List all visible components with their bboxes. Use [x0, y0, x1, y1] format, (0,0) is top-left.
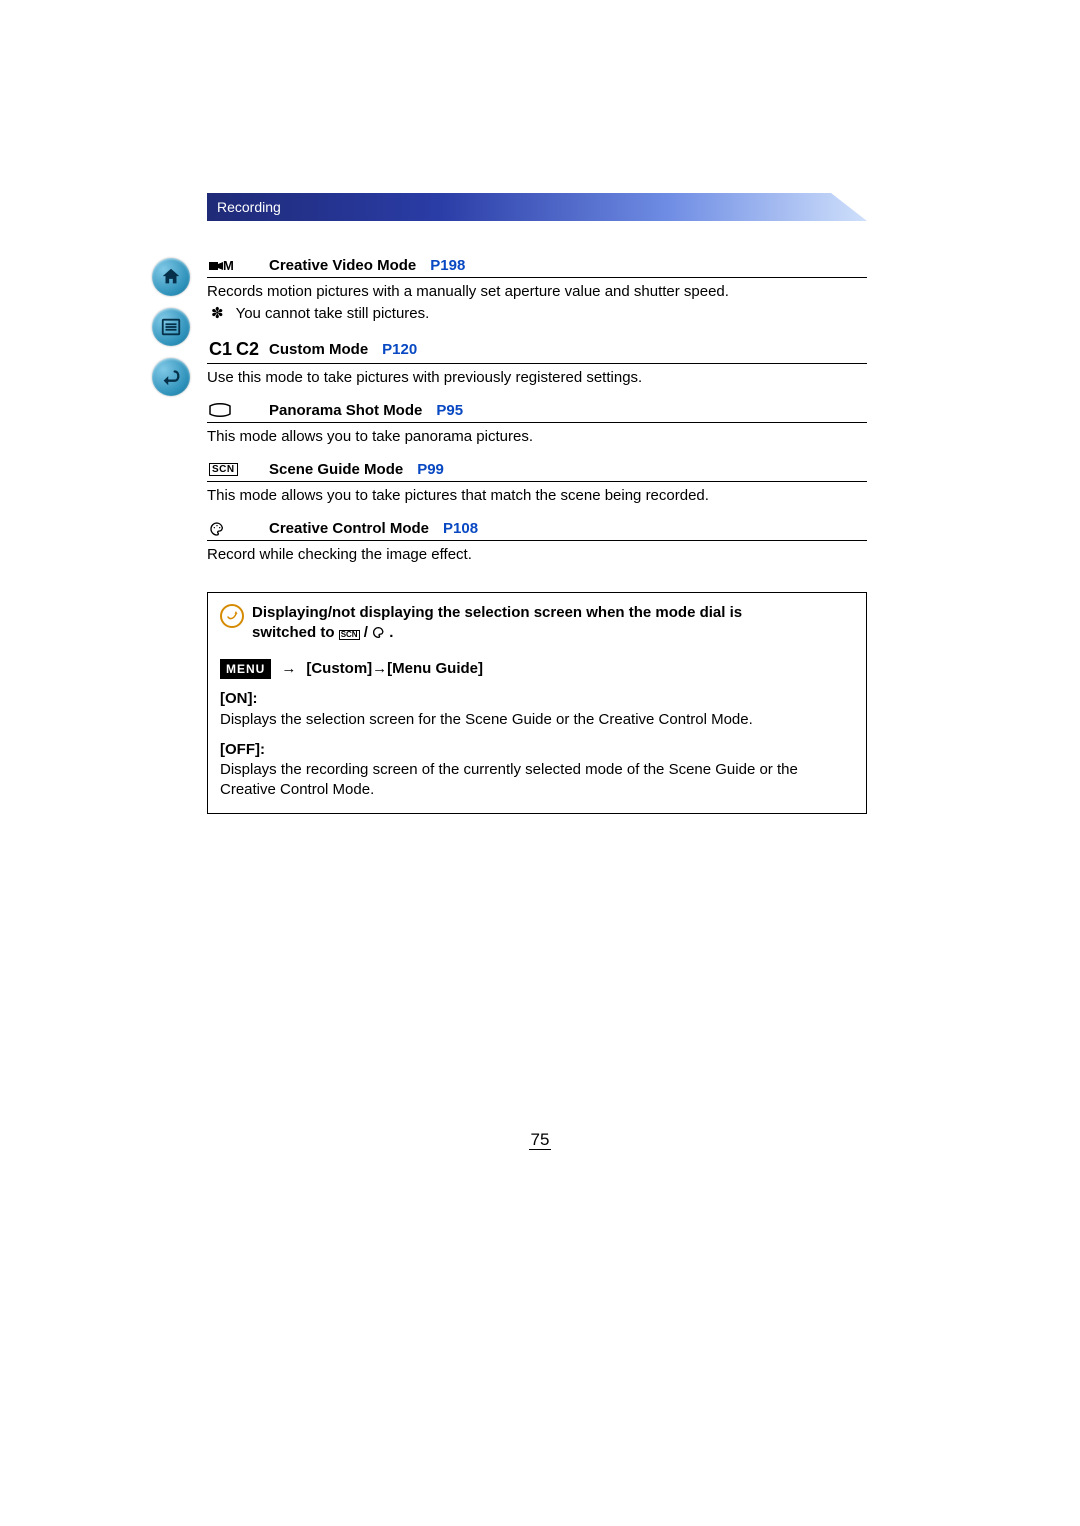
- sidebar: [152, 258, 194, 408]
- mode-title: Panorama Shot Mode: [269, 402, 422, 419]
- video-m-icon: M: [207, 258, 259, 273]
- option-on-text: Displays the selection screen for the Sc…: [220, 710, 854, 730]
- menu-badge: MENU: [220, 659, 271, 679]
- mode-title: Scene Guide Mode: [269, 461, 403, 478]
- content: M Creative Video Mode P198 Records motio…: [207, 255, 867, 814]
- mode-row: M Creative Video Mode P198: [207, 255, 867, 278]
- page-reference-link[interactable]: P198: [430, 257, 465, 274]
- mode-description: Record while checking the image effect.: [207, 541, 867, 569]
- scn-small-icon: SCN: [339, 630, 360, 640]
- arrow-icon: →: [281, 659, 296, 679]
- mode-title: Creative Video Mode: [269, 257, 416, 274]
- info-box: Displaying/not displaying the selection …: [207, 592, 867, 814]
- scn-icon: SCN: [207, 463, 259, 476]
- menu-path-line: MENU → [Custom]→[Menu Guide]: [220, 659, 854, 679]
- mode-row: Panorama Shot Mode P95: [207, 400, 867, 423]
- page-number: 75: [0, 1130, 1080, 1150]
- mode-description: This mode allows you to take panorama pi…: [207, 423, 867, 459]
- menu-path: [Custom]→[Menu Guide]: [306, 659, 483, 679]
- mode-title: Creative Control Mode: [269, 520, 429, 537]
- tip-icon: [220, 604, 244, 628]
- section-header: Recording: [207, 193, 867, 221]
- mode-title: Custom Mode: [269, 341, 368, 358]
- nav-back-button[interactable]: [152, 358, 190, 396]
- home-icon: [160, 266, 182, 288]
- asterisk-icon: ✽: [211, 304, 224, 324]
- mode-description: Use this mode to take pictures with prev…: [207, 364, 867, 400]
- mode-description: This mode allows you to take pictures th…: [207, 482, 867, 518]
- mode-description: Records motion pictures with a manually …: [207, 278, 867, 337]
- mode-row: C1 C2 Custom Mode P120: [207, 337, 867, 364]
- option-off-label: [OFF]:: [220, 740, 854, 760]
- back-arrow-icon: [160, 366, 182, 388]
- page-reference-link[interactable]: P108: [443, 520, 478, 537]
- mode-row: Creative Control Mode P108: [207, 518, 867, 541]
- section-header-label: Recording: [217, 199, 281, 215]
- option-off-text: Displays the recording screen of the cur…: [220, 760, 854, 801]
- palette-icon: [207, 521, 259, 537]
- info-box-heading: Displaying/not displaying the selection …: [252, 603, 742, 644]
- page-reference-link[interactable]: P95: [436, 402, 463, 419]
- option-on-label: [ON]:: [220, 689, 854, 709]
- nav-home-button[interactable]: [152, 258, 190, 296]
- list-icon: [160, 316, 182, 338]
- mode-row: SCN Scene Guide Mode P99: [207, 459, 867, 482]
- page-reference-link[interactable]: P120: [382, 341, 417, 358]
- c1-c2-icon: C1 C2: [207, 339, 259, 360]
- mode-note: ✽ You cannot take still pictures.: [207, 304, 867, 324]
- palette-small-icon: [372, 626, 385, 639]
- page-reference-link[interactable]: P99: [417, 461, 444, 478]
- panorama-icon: [207, 403, 259, 417]
- nav-toc-button[interactable]: [152, 308, 190, 346]
